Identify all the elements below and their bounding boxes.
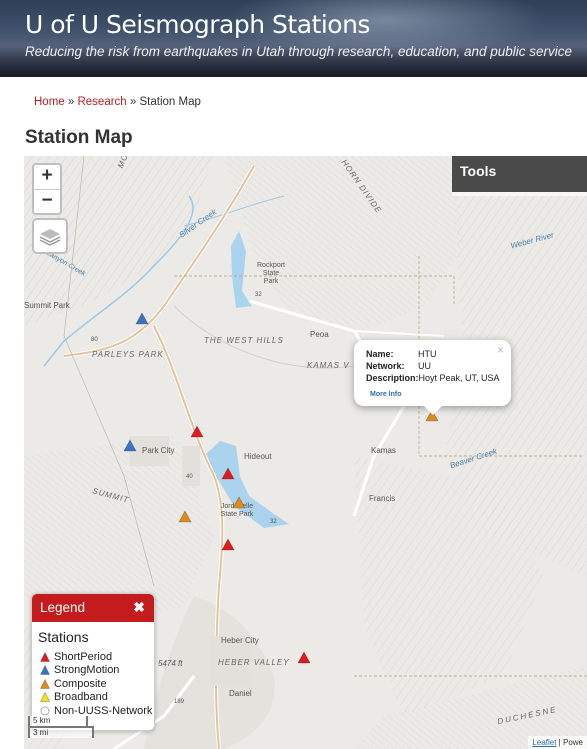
breadcrumb-separator: » [126, 96, 140, 108]
breadcrumb-research-link[interactable]: Research [77, 96, 126, 108]
station-marker-shortperiod[interactable] [221, 467, 235, 480]
legend-item-label: Non-UUSS-Network [54, 704, 153, 717]
station-popup: × Name: HTU Network: UU Description:Hoyt P… [354, 340, 511, 415]
legend-triangle-icon [40, 678, 50, 689]
station-marker-shortperiod[interactable] [297, 651, 311, 664]
popup-name-label: Name: [366, 349, 394, 359]
site-title[interactable]: U of U Seismograph Stations [25, 10, 370, 39]
legend-item-label: ShortPeriod [54, 650, 113, 663]
legend-triangle-icon [40, 692, 50, 702]
site-tagline: Reducing the risk from earthquakes in Ut… [25, 44, 573, 59]
popup-more-info-link[interactable]: More Info [370, 391, 402, 398]
layers-icon [39, 229, 61, 246]
map-attribution: Leaflet | Powe [528, 736, 587, 749]
scale-bar: 5 km 3 mi [28, 716, 94, 738]
layers-button[interactable] [32, 218, 68, 254]
legend-section-title: Stations [38, 629, 89, 645]
popup-network-label: Network: [366, 361, 405, 371]
popup-close-icon[interactable]: × [497, 343, 504, 357]
tools-panel-body [452, 192, 587, 196]
legend-item-label: StrongMotion [54, 664, 120, 677]
breadcrumb-current: Station Map [139, 96, 201, 108]
station-marker-composite[interactable] [232, 496, 246, 509]
leaflet-link[interactable]: Leaflet [532, 738, 556, 747]
breadcrumb-separator: » [64, 96, 78, 108]
station-marker-strongmotion[interactable] [135, 312, 149, 325]
breadcrumb: Home » Research » Station Map [34, 96, 201, 108]
zoom-in-button[interactable]: + [34, 165, 60, 190]
station-marker-shortperiod[interactable] [190, 425, 204, 438]
scale-mi: 3 mi [28, 726, 94, 738]
popup-network-value: UU [418, 361, 431, 371]
popup-tip [424, 406, 442, 415]
page-title: Station Map [25, 127, 133, 148]
legend-triangle-icon [40, 665, 50, 675]
legend-circle-icon [40, 706, 50, 716]
legend-header: Legend ✖ [32, 594, 154, 622]
legend-items: ShortPeriod StrongMotion Composite Broadban… [40, 650, 152, 718]
legend-item-label: Broadband [54, 691, 108, 704]
station-marker-composite[interactable] [178, 510, 192, 523]
zoom-control: + − [32, 163, 62, 215]
popup-description-value: Hoyt Peak, UT, USA [418, 373, 500, 383]
station-map[interactable]: MORGAN HORN DIVIDE Silver Creek Weber Ri… [24, 156, 587, 749]
legend-title: Legend [40, 600, 86, 615]
tools-panel-header[interactable]: Tools [452, 156, 587, 192]
popup-description-label: Description: [366, 373, 419, 383]
legend-item: Composite [40, 677, 152, 691]
legend-panel: Legend ✖ Stations ShortPeriod StrongMotio… [31, 593, 155, 731]
legend-triangle-icon [40, 651, 50, 662]
popup-name-value: HTU [418, 349, 437, 359]
legend-item: StrongMotion [40, 664, 152, 678]
attribution-powered: Powe [562, 738, 583, 747]
tools-label: Tools [460, 163, 497, 179]
station-marker-shortperiod[interactable] [221, 538, 235, 551]
legend-close-icon[interactable]: ✖ [133, 599, 145, 616]
site-banner: U of U Seismograph Stations Reducing the… [0, 0, 587, 77]
legend-item-label: Composite [54, 677, 107, 690]
legend-item: ShortPeriod [40, 650, 152, 664]
zoom-out-button[interactable]: − [34, 190, 60, 214]
station-marker-strongmotion[interactable] [123, 439, 137, 452]
legend-item: Broadband [40, 691, 152, 705]
breadcrumb-home-link[interactable]: Home [34, 96, 65, 108]
